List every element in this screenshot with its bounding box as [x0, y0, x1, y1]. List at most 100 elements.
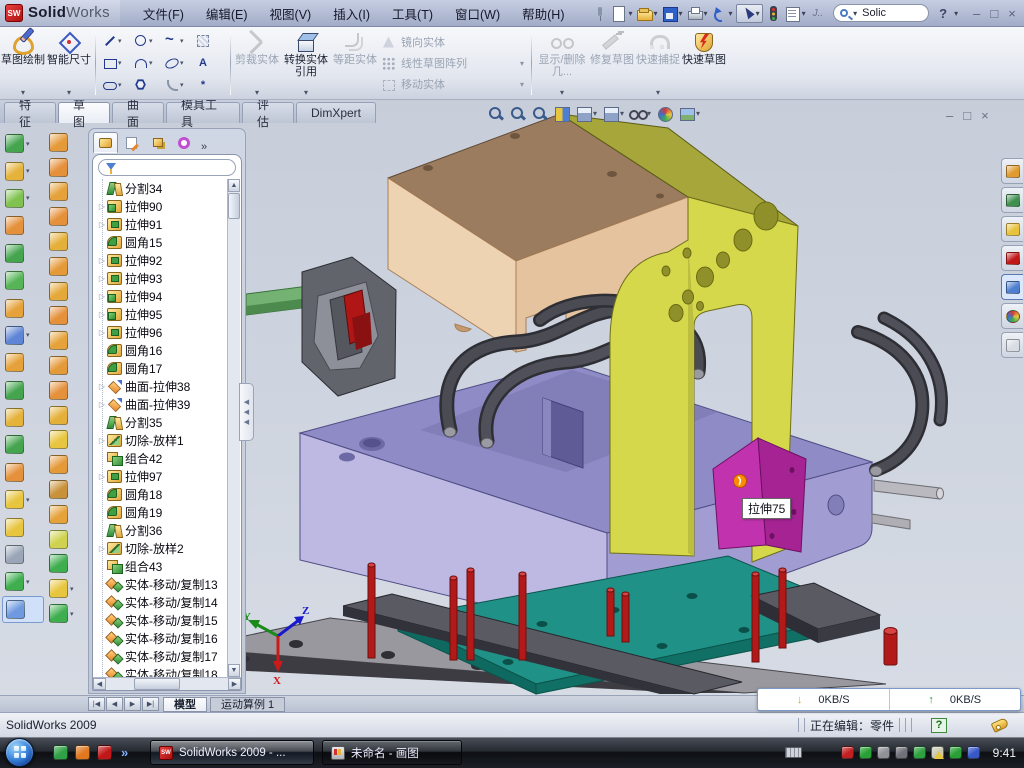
features-tool-12[interactable]	[2, 431, 44, 458]
arc-tool[interactable]: ▾	[132, 52, 163, 74]
new-file-icon[interactable]	[610, 5, 627, 22]
tab-特征[interactable]: 特征	[4, 102, 56, 123]
dropdown-caret[interactable]: ▾	[628, 9, 632, 18]
dropdown-caret[interactable]: ▾	[149, 37, 153, 45]
mold-tool-16[interactable]	[46, 502, 88, 527]
scroll-right-button[interactable]: ▶	[228, 678, 241, 690]
scroll-down-button[interactable]: ▼	[228, 664, 240, 677]
expander-icon[interactable]: ▷	[97, 202, 107, 211]
dropdown-caret[interactable]: ▾	[118, 37, 122, 45]
tree-item[interactable]: 组合43	[97, 557, 227, 575]
hide-show-button[interactable]: ▾	[629, 105, 651, 122]
menu-工具(T)[interactable]: 工具(T)	[383, 1, 442, 26]
restore-button[interactable]: □	[990, 6, 998, 21]
dropdown-caret[interactable]: ▾	[118, 59, 122, 67]
pin-icon[interactable]	[591, 5, 608, 22]
mold-tool-14[interactable]	[46, 452, 88, 477]
circle-tool[interactable]: ▾	[132, 30, 163, 52]
help-button[interactable]: ?	[939, 6, 947, 21]
dropdown-caret[interactable]: ▾	[26, 331, 30, 339]
print-icon[interactable]	[686, 5, 703, 22]
expander-icon[interactable]: ▷	[97, 472, 107, 481]
features-tool-14[interactable]: ▾	[2, 486, 44, 513]
tree-item[interactable]: ▷切除-放样2	[97, 539, 227, 557]
search-input[interactable]	[862, 7, 908, 19]
expander-icon[interactable]: ▷	[97, 382, 107, 391]
keyboard-layout-icon[interactable]	[785, 747, 802, 758]
features-tool-1[interactable]: ▾	[2, 130, 44, 157]
features-tool-16[interactable]	[2, 541, 44, 568]
tree-item[interactable]: ▷拉伸96	[97, 323, 227, 341]
start-button[interactable]	[5, 738, 34, 767]
expander-icon[interactable]: ▷	[97, 274, 107, 283]
close-button[interactable]: ×	[1008, 6, 1016, 21]
expander-icon[interactable]: ▷	[97, 256, 107, 265]
features-tool-4[interactable]	[2, 212, 44, 239]
features-tool-5[interactable]	[2, 240, 44, 267]
tree-item[interactable]: 圆角17	[97, 359, 227, 377]
mold-tool-2[interactable]	[46, 155, 88, 180]
mold-tool-13[interactable]	[46, 428, 88, 453]
graphics-viewport[interactable]: Y Z X	[246, 100, 1004, 695]
dropdown-caret[interactable]: ▾	[802, 9, 806, 18]
view-palette-tab[interactable]	[1001, 274, 1023, 300]
tab-曲面[interactable]: 曲面	[112, 102, 164, 123]
tree-item[interactable]: ▷拉伸95	[97, 305, 227, 323]
linear-pattern-button[interactable]: 线性草图阵列 ▾	[382, 54, 524, 72]
mold-tool-5[interactable]	[46, 229, 88, 254]
line-tool[interactable]: ▾	[101, 30, 132, 52]
panel-splitter-grip[interactable]: ◀◀◀	[239, 383, 254, 441]
dropdown-caret[interactable]: ▾	[729, 9, 733, 18]
move-entities-button[interactable]: 移动实体 ▾	[382, 75, 524, 93]
taskbar-button-solidworks[interactable]: SW SolidWorks 2009 - ...	[150, 740, 314, 765]
mold-tool-12[interactable]	[46, 403, 88, 428]
tree-item[interactable]: ▷拉伸90	[97, 197, 227, 215]
tree-item[interactable]: 分割35	[97, 413, 227, 431]
tree-item[interactable]: 实体-移动/复制18	[97, 665, 227, 677]
tree-item[interactable]: 实体-移动/复制16	[97, 629, 227, 647]
zoom-area-button[interactable]	[509, 105, 526, 122]
dropdown-caret[interactable]: ▾	[26, 578, 30, 586]
mold-tool-20[interactable]: ▾	[46, 601, 88, 626]
expander-icon[interactable]: ▷	[97, 544, 107, 553]
resources-home-tab[interactable]	[1001, 158, 1023, 184]
dropdown-caret[interactable]: ▾	[26, 194, 30, 202]
mold-tool-11[interactable]	[46, 378, 88, 403]
expander-icon[interactable]: ▷	[97, 292, 107, 301]
taskbar-button-paint[interactable]: 未命名 - 画图	[322, 740, 462, 765]
file-explorer-tab[interactable]	[1001, 216, 1023, 242]
features-tool-10[interactable]	[2, 377, 44, 404]
features-tool-17[interactable]: ▾	[2, 568, 44, 595]
doc-minimize-button[interactable]: –	[946, 108, 953, 123]
messenger-quicklaunch[interactable]	[53, 745, 68, 760]
open-file-icon[interactable]	[636, 5, 653, 22]
tree-item[interactable]: 实体-移动/复制13	[97, 575, 227, 593]
property-manager-tab[interactable]	[119, 132, 144, 153]
scroll-thumb[interactable]	[228, 193, 240, 219]
dropdown-caret[interactable]: ▾	[520, 80, 524, 89]
tab-评估[interactable]: 评估	[242, 102, 294, 123]
tree-item[interactable]: 分割34	[97, 179, 227, 197]
sketch-fillet-tool[interactable]: ▾	[163, 74, 194, 96]
doc-restore-button[interactable]: □	[963, 108, 971, 123]
vpn-tray[interactable]	[913, 746, 926, 759]
dropdown-caret[interactable]: ▾	[180, 81, 184, 89]
tree-item[interactable]: 分割36	[97, 521, 227, 539]
tree-item[interactable]: 圆角18	[97, 485, 227, 503]
rapid-sketch-button[interactable]: 快速草图	[681, 27, 727, 99]
tree-item[interactable]: 圆角19	[97, 503, 227, 521]
dropdown-caret[interactable]: ▾	[593, 109, 597, 118]
dropdown-caret[interactable]: ▾	[26, 140, 30, 148]
rebuild-icon[interactable]	[765, 5, 782, 22]
tree-item[interactable]: 圆角15	[97, 233, 227, 251]
help-caret[interactable]: ▾	[954, 9, 958, 18]
menu-插入(I)[interactable]: 插入(I)	[324, 1, 379, 26]
minimize-button[interactable]: –	[973, 6, 980, 21]
display-delete-relations-button[interactable]: 显示/删除几...▾	[535, 27, 589, 99]
scroll-up-button[interactable]: ▲	[228, 179, 240, 192]
update-gear-tray[interactable]	[877, 746, 890, 759]
tree-filter-box[interactable]	[98, 159, 236, 176]
security-shield-tray[interactable]	[841, 746, 854, 759]
features-tool-6[interactable]	[2, 267, 44, 294]
menu-编辑(E)[interactable]: 编辑(E)	[197, 1, 257, 26]
